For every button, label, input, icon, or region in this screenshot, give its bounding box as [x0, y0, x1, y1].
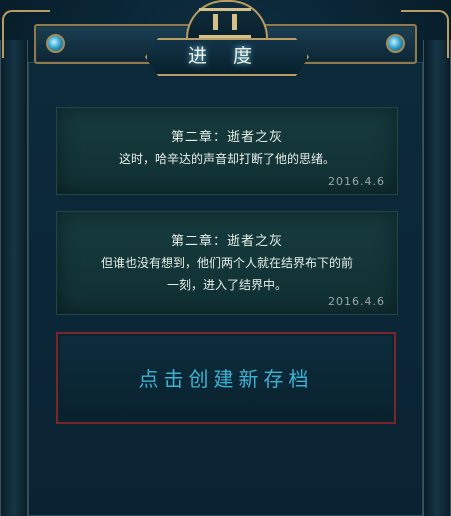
- save-line: 但谁也没有想到，他们两个人就在结界布下的前: [100, 256, 353, 270]
- save-description: 但谁也没有想到，他们两个人就在结界布下的前 一刻，进入了结界中。: [57, 252, 397, 296]
- save-title: 第二章：逝者之灰: [170, 130, 283, 145]
- crest-glyph-icon: [199, 8, 251, 38]
- create-new-save-label: 点击创建新存档: [138, 367, 314, 391]
- save-date: 2016.4.6: [328, 295, 385, 308]
- left-border: [0, 40, 28, 516]
- create-new-save-button[interactable]: 点击创建新存档: [56, 332, 396, 424]
- gem-icon: [386, 34, 405, 53]
- save-line: 这时，哈辛达的声音却打断了他的思绪。: [118, 152, 335, 166]
- page-title: 进 度: [187, 45, 263, 67]
- save-date: 2016.4.6: [328, 175, 385, 188]
- save-card[interactable]: 第二章：逝者之灰 但谁也没有想到，他们两个人就在结界布下的前 一刻，进入了结界中…: [56, 211, 398, 315]
- save-line: 一刻，进入了结界中。: [166, 278, 287, 292]
- save-card[interactable]: 第二章：逝者之灰 这时，哈辛达的声音却打断了他的思绪。 2016.4.6: [56, 107, 398, 195]
- gem-icon: [46, 34, 65, 53]
- right-border: [423, 40, 451, 516]
- save-description: 这时，哈辛达的声音却打断了他的思绪。: [57, 148, 397, 170]
- save-title: 第二章：逝者之灰: [170, 234, 283, 249]
- app-frame: 进 度 第二章：逝者之灰 这时，哈辛达的声音却打断了他的思绪。 2016.4.6…: [0, 0, 451, 516]
